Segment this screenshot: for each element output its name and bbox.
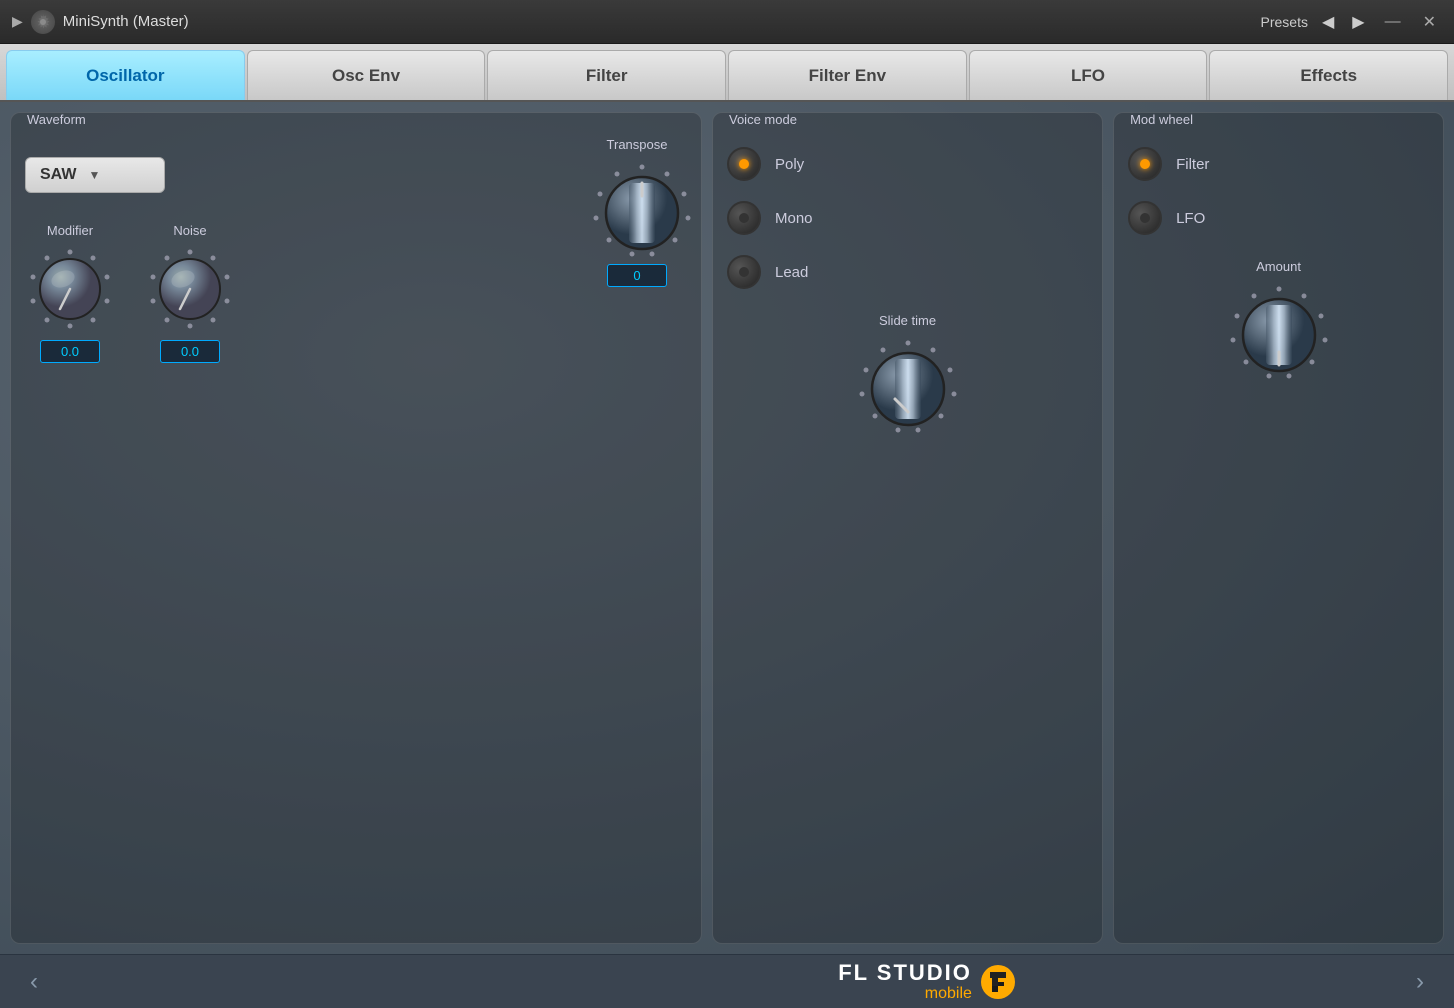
modifier-section: Modifier: [25, 223, 115, 363]
slide-time-knob-section: Slide time: [727, 313, 1088, 444]
filter-radio-row: Filter: [1128, 147, 1429, 181]
close-button[interactable]: ✕: [1417, 10, 1442, 34]
title-bar-left: ▶ MiniSynth (Master): [12, 10, 1261, 34]
tab-bar: Oscillator Osc Env Filter Filter Env LFO…: [0, 44, 1454, 102]
amount-knob-section: Amount: [1128, 259, 1429, 390]
waveform-dropdown[interactable]: SAW ▼: [25, 157, 165, 193]
waveform-panel-label: Waveform: [27, 112, 86, 127]
transpose-section: Transpose: [587, 137, 687, 287]
modifier-knob[interactable]: [25, 244, 115, 334]
modifier-value[interactable]: 0.0: [40, 340, 100, 363]
voice-mode-panel: Voice mode Poly Mono Lead Slide time: [712, 112, 1103, 944]
mono-radio-button[interactable]: [727, 201, 761, 235]
tab-osc-env[interactable]: Osc Env: [247, 50, 486, 100]
preset-prev-icon[interactable]: ◀: [1318, 10, 1338, 34]
mod-wheel-panel: Mod wheel Filter LFO Amount: [1113, 112, 1444, 944]
amount-knob[interactable]: [1224, 280, 1334, 390]
slide-time-section: Slide time: [727, 313, 1088, 444]
lfo-radio-button[interactable]: [1128, 201, 1162, 235]
waveform-value: SAW: [40, 166, 76, 184]
waveform-panel: Waveform SAW ▼ Modifier: [10, 112, 702, 944]
prev-page-icon[interactable]: ‹: [30, 968, 38, 996]
modifier-label: Modifier: [47, 223, 93, 238]
fl-studio-text: FL STUDIO: [838, 961, 972, 985]
fl-studio-logo: FL STUDIO mobile: [838, 961, 1016, 1003]
amount-section: Amount: [1128, 259, 1429, 390]
poly-radio-button[interactable]: [727, 147, 761, 181]
title-bar: ▶ MiniSynth (Master) Presets ◀ ▶ — ✕: [0, 0, 1454, 44]
main-content: Waveform SAW ▼ Modifier: [0, 102, 1454, 954]
tab-lfo[interactable]: LFO: [969, 50, 1208, 100]
slide-time-knob[interactable]: [853, 334, 963, 444]
lfo-radio-row: LFO: [1128, 201, 1429, 235]
next-page-icon[interactable]: ›: [1416, 968, 1424, 996]
minimize-button[interactable]: —: [1379, 11, 1407, 33]
filter-radio-button[interactable]: [1128, 147, 1162, 181]
noise-section: Noise: [145, 223, 235, 363]
preset-next-icon[interactable]: ▶: [1348, 10, 1368, 34]
expand-arrow-icon[interactable]: ▶: [12, 13, 23, 30]
lead-radio-button[interactable]: [727, 255, 761, 289]
title-bar-right: Presets ◀ ▶ — ✕: [1261, 10, 1443, 34]
filter-label: Filter: [1176, 156, 1209, 173]
app-title: MiniSynth (Master): [63, 13, 189, 30]
transpose-knob[interactable]: [587, 158, 687, 258]
noise-label: Noise: [173, 223, 206, 238]
lead-label: Lead: [775, 264, 808, 281]
waveform-top-row: SAW ▼ Modifier: [25, 147, 687, 363]
dropdown-arrow-icon: ▼: [88, 168, 100, 182]
voice-mode-label: Voice mode: [729, 112, 797, 127]
noise-value[interactable]: 0.0: [160, 340, 220, 363]
noise-knob[interactable]: [145, 244, 235, 334]
mod-wheel-label: Mod wheel: [1130, 112, 1193, 127]
mono-radio-row: Mono: [727, 201, 1088, 235]
tab-filter[interactable]: Filter: [487, 50, 726, 100]
dropdown-row: SAW ▼: [25, 157, 557, 193]
tab-oscillator[interactable]: Oscillator: [6, 50, 245, 100]
tab-filter-env[interactable]: Filter Env: [728, 50, 967, 100]
gear-icon[interactable]: [31, 10, 55, 34]
lfo-label: LFO: [1176, 210, 1205, 227]
poly-label: Poly: [775, 156, 804, 173]
amount-label: Amount: [1256, 259, 1301, 274]
mobile-text: mobile: [925, 985, 972, 1003]
lead-radio-row: Lead: [727, 255, 1088, 289]
fl-logo-icon: [980, 964, 1016, 1000]
knobs-row: Modifier: [25, 223, 557, 363]
slide-time-label: Slide time: [879, 313, 936, 328]
bottom-bar: ‹ FL STUDIO mobile ›: [0, 954, 1454, 1008]
mono-label: Mono: [775, 210, 813, 227]
tab-effects[interactable]: Effects: [1209, 50, 1448, 100]
panels-row: Waveform SAW ▼ Modifier: [10, 112, 1444, 944]
transpose-label: Transpose: [607, 137, 668, 152]
poly-radio-row: Poly: [727, 147, 1088, 181]
presets-label: Presets: [1261, 14, 1308, 30]
